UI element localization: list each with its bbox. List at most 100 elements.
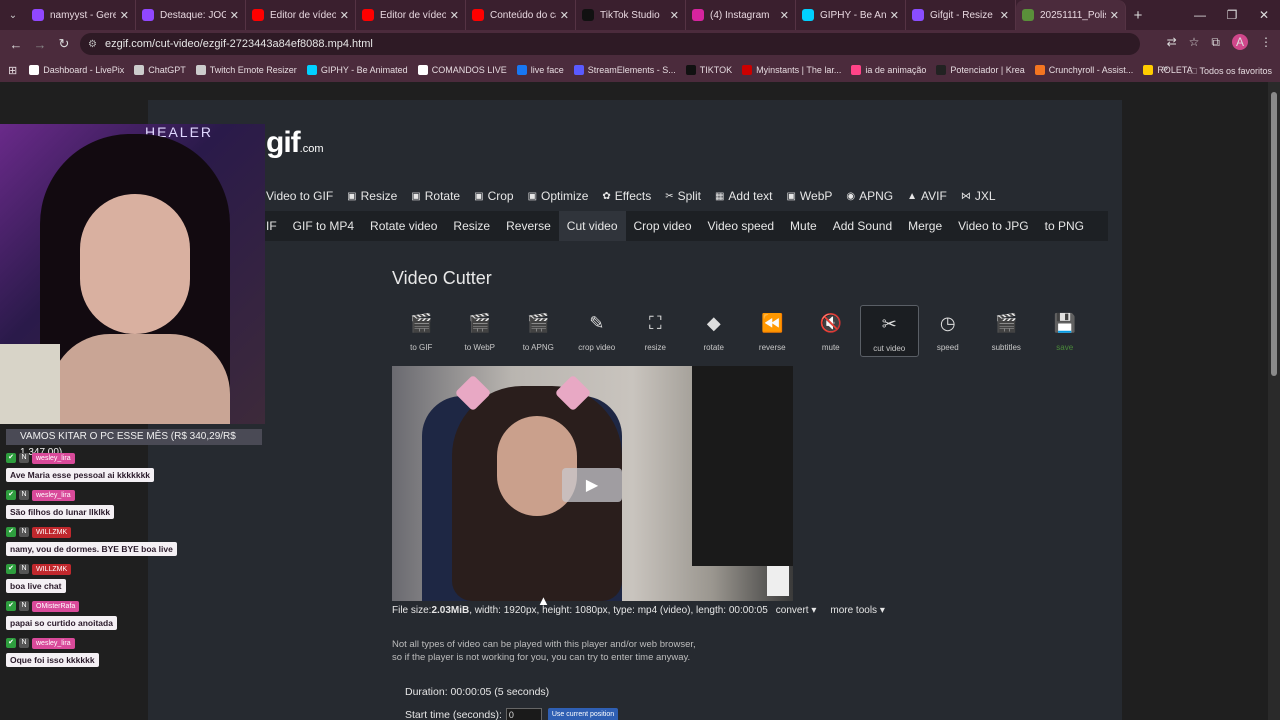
site-info-icon[interactable]: ⚙ [88, 39, 97, 50]
new-tab-button[interactable]: + [1126, 7, 1150, 24]
back-icon[interactable]: ← [4, 37, 28, 52]
browser-menu-icon[interactable]: ⋮ [1260, 35, 1272, 49]
start-time-input[interactable]: 0 [505, 708, 542, 720]
tab-close-icon[interactable]: ✕ [1110, 9, 1119, 22]
main-nav-item[interactable]: ◉ APNG [846, 189, 893, 203]
sub-nav-item[interactable]: to PNG [1037, 211, 1092, 241]
browser-tab[interactable]: Editor de vídeos ✕ [356, 0, 466, 30]
bookmark-item[interactable]: COMANDOS LIVE [417, 65, 507, 75]
more-bookmarks-icon[interactable]: » [1162, 63, 1168, 74]
more-tools-dropdown[interactable]: more tools ▾ [830, 605, 884, 616]
profile-avatar[interactable]: A [1232, 34, 1248, 50]
bookmark-star-icon[interactable]: ☆ [1189, 35, 1200, 49]
main-nav-item[interactable]: ▣ Crop [474, 189, 513, 203]
browser-tab[interactable]: Editor de vídeos ✕ [246, 0, 356, 30]
browser-tab[interactable]: Destaque: JOGOS ✕ [136, 0, 246, 30]
bookmark-item[interactable]: Crunchyroll - Assist... [1034, 65, 1133, 75]
use-current-position-button[interactable]: Use current position [547, 708, 619, 720]
sub-nav-item[interactable]: Video to JPG [950, 211, 1037, 241]
video-player[interactable]: ▶ [392, 366, 793, 601]
browser-tab[interactable]: 20251111_Polishe ✕ [1016, 0, 1126, 30]
reload-icon[interactable]: ↻ [52, 36, 76, 52]
main-nav-item[interactable]: ✂ Split [665, 189, 701, 203]
extensions-icon[interactable]: ⧉ [1211, 35, 1220, 50]
sub-nav-item[interactable]: Cut video [558, 211, 626, 241]
tab-close-icon[interactable]: ✕ [340, 9, 349, 22]
main-nav-item[interactable]: ⋈ JXL [961, 189, 996, 203]
main-nav-item[interactable]: ▣ Resize [347, 189, 397, 203]
forward-icon[interactable]: → [28, 37, 52, 52]
browser-tab[interactable]: Conteúdo do can ✕ [466, 0, 576, 30]
sub-nav-item[interactable]: Rotate video [362, 211, 445, 241]
tool-button[interactable]: 🎬 to APNG [509, 305, 568, 357]
bookmark-item[interactable]: StreamElements - S... [573, 65, 676, 75]
maximize-icon[interactable]: ❐ [1216, 0, 1248, 30]
tab-favicon-icon [1022, 9, 1034, 21]
video-cat-ears [454, 374, 610, 412]
sub-nav-item[interactable]: Resize [445, 211, 498, 241]
badge-check-icon: ✔ [6, 490, 16, 500]
scrollbar-thumb[interactable] [1271, 92, 1277, 376]
close-window-icon[interactable]: ✕ [1248, 0, 1280, 30]
tool-button[interactable]: ◆ rotate [685, 305, 744, 357]
browser-tab[interactable]: (4) Instagram ✕ [686, 0, 796, 30]
ezgif-logo[interactable]: gif.com [266, 126, 324, 160]
sub-nav: IF GIF to MP4 Rotate video Resize Reverse Cut… [258, 211, 1108, 241]
tab-close-icon[interactable]: ✕ [890, 9, 899, 22]
tab-close-icon[interactable]: ✕ [780, 9, 789, 22]
tab-close-icon[interactable]: ✕ [670, 9, 679, 22]
sub-nav-item[interactable]: Add Sound [825, 211, 900, 241]
tool-button[interactable]: ✎ crop video [568, 305, 627, 357]
tool-button[interactable]: 🔇 mute [802, 305, 861, 357]
tool-button[interactable]: 🎬 to WebP [451, 305, 510, 357]
bookmark-item[interactable]: ChatGPT [134, 65, 186, 75]
sub-nav-item[interactable]: Merge [900, 211, 950, 241]
apps-icon[interactable]: ⊞ [8, 64, 17, 77]
tool-button[interactable]: ✂ cut video [860, 305, 919, 357]
bookmark-item[interactable]: GIPHY - Be Animated [306, 65, 408, 75]
url-input[interactable]: ⚙ ezgif.com/cut-video/ezgif-2723443a84ef… [80, 33, 1140, 55]
browser-tab[interactable]: Gifgit - Resize GIF ✕ [906, 0, 1016, 30]
bookmark-item[interactable]: Twitch Emote Resizer [195, 65, 297, 75]
minimize-icon[interactable]: — [1184, 0, 1216, 30]
bookmark-item[interactable]: Potenciador | Krea [936, 65, 1025, 75]
tool-button[interactable]: ⏪ reverse [743, 305, 802, 357]
translate-icon[interactable]: ⇄ [1167, 35, 1177, 49]
convert-dropdown[interactable]: convert ▾ [776, 605, 817, 616]
browser-tab[interactable]: namyyst - Gerenc ✕ [26, 0, 136, 30]
sub-nav-item[interactable]: Mute [782, 211, 825, 241]
bookmark-item[interactable]: live face [516, 65, 564, 75]
main-nav-item[interactable]: ▦ Add text [715, 189, 772, 203]
bookmark-item[interactable]: TIKTOK [685, 65, 732, 75]
sub-nav-item[interactable]: GIF to MP4 [285, 211, 362, 241]
tab-close-icon[interactable]: ✕ [230, 9, 239, 22]
tab-close-icon[interactable]: ✕ [1000, 9, 1009, 22]
tab-close-icon[interactable]: ✕ [120, 9, 129, 22]
sub-nav-item[interactable]: Reverse [498, 211, 559, 241]
tool-button[interactable]: 🎬 to GIF [392, 305, 451, 357]
tab-close-icon[interactable]: ✕ [450, 9, 459, 22]
tool-button[interactable]: 💾 save [1036, 305, 1095, 357]
tool-button[interactable]: ◷ speed [919, 305, 978, 357]
tool-button[interactable]: 🎬 subtitles [977, 305, 1036, 357]
main-nav-item[interactable]: ▣ Rotate [411, 189, 460, 203]
bookmark-item[interactable]: ia de animação [851, 65, 926, 75]
bookmark-item[interactable]: Myinstants | The lar... [742, 65, 841, 75]
tab-search-icon[interactable]: ⌄ [0, 0, 26, 30]
bookmark-item[interactable]: Dashboard - LivePix [29, 65, 124, 75]
main-nav-item[interactable]: Video to GIF [266, 189, 333, 203]
tab-close-icon[interactable]: ✕ [560, 9, 569, 22]
tab-favicon-icon [32, 9, 44, 21]
page-scrollbar[interactable] [1268, 82, 1280, 720]
main-nav-item[interactable]: ▲ AVIF [907, 189, 947, 203]
main-nav-item[interactable]: ▣ Optimize [528, 189, 589, 203]
all-favorites-folder[interactable]: 🗀 Todos os favoritos [1188, 64, 1272, 80]
browser-tab[interactable]: GIPHY - Be Anima ✕ [796, 0, 906, 30]
sub-nav-item[interactable]: Crop video [626, 211, 700, 241]
main-nav-item[interactable]: ✿ Effects [602, 189, 651, 203]
main-nav-item[interactable]: ▣ WebP [786, 189, 832, 203]
sub-nav-item[interactable]: Video speed [700, 211, 783, 241]
tool-button[interactable]: ⛶ resize [626, 305, 685, 357]
play-button[interactable]: ▶ [562, 468, 622, 502]
browser-tab[interactable]: TikTok Studio ✕ [576, 0, 686, 30]
